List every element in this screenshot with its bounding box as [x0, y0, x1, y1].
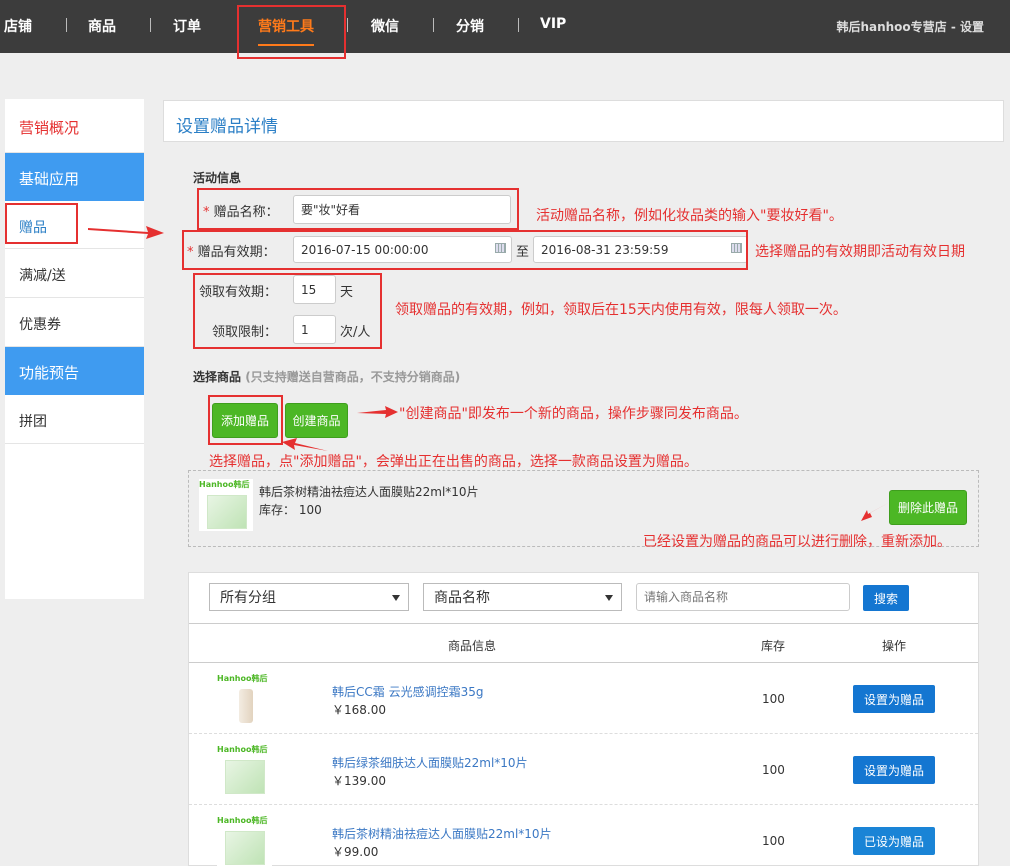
caret-down-icon: [392, 595, 400, 601]
sidebar-section-preview: 功能预告: [5, 347, 144, 395]
header-stock: 库存: [761, 639, 786, 653]
product-stock: 100: [762, 834, 785, 848]
already-gift-button[interactable]: 已设为赠品: [853, 827, 935, 855]
page-title: 设置赠品详情: [176, 117, 278, 137]
section-activity-label: 活动信息: [193, 171, 242, 185]
product-price: ￥168.00: [332, 703, 386, 717]
header-goods-info: 商品信息: [448, 639, 497, 653]
sidebar-item-overview[interactable]: 营销概况: [5, 99, 144, 153]
set-as-gift-button[interactable]: 设置为赠品: [853, 685, 935, 713]
store-settings-link[interactable]: 韩后hanhoo专营店 - 设置: [836, 18, 984, 35]
nav-vip[interactable]: VIP: [540, 16, 566, 32]
product-stock: 100: [762, 763, 785, 777]
nav-separator: [150, 18, 151, 32]
highlight-box-gifts: [5, 203, 78, 244]
sidebar-item-group-buy[interactable]: 拼团: [5, 395, 144, 444]
top-nav: 店铺 商品 订单 营销工具 微信 分销 VIP 韩后hanhoo专营店 - 设置: [0, 0, 1010, 53]
nav-store[interactable]: 店铺: [4, 16, 32, 36]
product-stock: 100: [762, 692, 785, 706]
nav-wechat[interactable]: 微信: [371, 16, 399, 36]
highlight-box-add-gift: [208, 395, 283, 445]
table-row: Hanhoo韩后 韩后绿茶细肤达人面膜贴22ml*10片 ￥139.00 100…: [189, 734, 978, 805]
set-as-gift-button[interactable]: 设置为赠品: [853, 756, 935, 784]
product-price: ￥99.00: [332, 845, 379, 859]
annotation-create: "创建商品"即发布一个新的商品，操作步骤同发布商品。: [399, 406, 748, 422]
selected-gift-thumbnail: Hanhoo韩后: [199, 479, 253, 531]
table-header: 商品信息 库存 操作: [189, 623, 978, 663]
highlight-box-marketing: [237, 5, 346, 59]
caret-down-icon: [605, 595, 613, 601]
selected-gift-stock: 库存： 100: [259, 503, 322, 517]
sidebar-item-coupons[interactable]: 优惠券: [5, 298, 144, 347]
product-thumbnail: Hanhoo韩后: [217, 673, 272, 725]
nav-distribution[interactable]: 分销: [456, 16, 484, 36]
annotation-validity: 选择赠品的有效期即活动有效日期: [755, 244, 965, 260]
nav-separator: [518, 18, 519, 32]
annotation-claim: 领取赠品的有效期，例如，领取后在15天内使用有效，限每人领取一次。: [395, 302, 847, 318]
page-title-bar: 设置赠品详情: [163, 100, 1004, 142]
annotation-arrow-sidebar: [88, 226, 164, 239]
group-select[interactable]: 所有分组: [209, 583, 409, 611]
annotation-arrow-delete: [861, 502, 890, 521]
nav-goods[interactable]: 商品: [88, 16, 116, 36]
highlight-box-claim: [193, 273, 382, 349]
header-action: 操作: [882, 639, 907, 653]
sidebar-section-basic: 基础应用: [5, 153, 144, 201]
nav-separator: [433, 18, 434, 32]
sidebar-item-full-reduction[interactable]: 满减/送: [5, 249, 144, 298]
highlight-box-validity: [182, 230, 748, 270]
product-price: ￥139.00: [332, 774, 386, 788]
annotation-delete: 已经设置为赠品的商品可以进行删除，重新添加。: [643, 534, 951, 550]
highlight-box-gift-name: [197, 188, 519, 230]
annotation-gift-name: 活动赠品名称，例如化妆品类的输入"要妆好看"。: [536, 208, 843, 224]
search-button[interactable]: 搜索: [863, 585, 909, 611]
product-thumbnail: Hanhoo韩后: [217, 744, 272, 796]
section-select-goods-label: 选择商品 (只支持赠送自营商品，不支持分销商品): [193, 370, 461, 384]
nav-separator: [66, 18, 67, 32]
product-name[interactable]: 韩后茶树精油祛痘达人面膜贴22ml*10片: [332, 825, 552, 842]
nav-separator: [347, 18, 348, 32]
selected-gift-name: 韩后茶树精油祛痘达人面膜贴22ml*10片: [259, 485, 479, 499]
search-input[interactable]: [636, 583, 850, 611]
annotation-add: 选择赠品，点"添加赠品"，会弹出正在出售的商品，选择一款商品设置为赠品。: [209, 454, 698, 470]
goods-table-panel: 所有分组 商品名称 搜索 商品信息 库存 操作 Hanhoo韩后 韩后CC霜 云…: [188, 572, 979, 866]
product-thumbnail: Hanhoo韩后: [217, 815, 272, 866]
create-goods-button[interactable]: 创建商品: [285, 403, 348, 438]
nav-orders[interactable]: 订单: [173, 16, 201, 36]
table-row: Hanhoo韩后 韩后茶树精油祛痘达人面膜贴22ml*10片 ￥99.00 10…: [189, 805, 978, 866]
delete-gift-button[interactable]: 删除此赠品: [889, 490, 967, 525]
sidebar: 营销概况 基础应用 赠品 满减/送 优惠券 功能预告 拼团: [5, 99, 144, 599]
table-row: Hanhoo韩后 韩后CC霜 云光感调控霜35g ￥168.00 100 设置为…: [189, 663, 978, 734]
field-select[interactable]: 商品名称: [423, 583, 622, 611]
annotation-arrow-create: [357, 406, 398, 418]
product-name[interactable]: 韩后CC霜 云光感调控霜35g: [332, 683, 483, 700]
product-name[interactable]: 韩后绿茶细肤达人面膜贴22ml*10片: [332, 754, 528, 771]
